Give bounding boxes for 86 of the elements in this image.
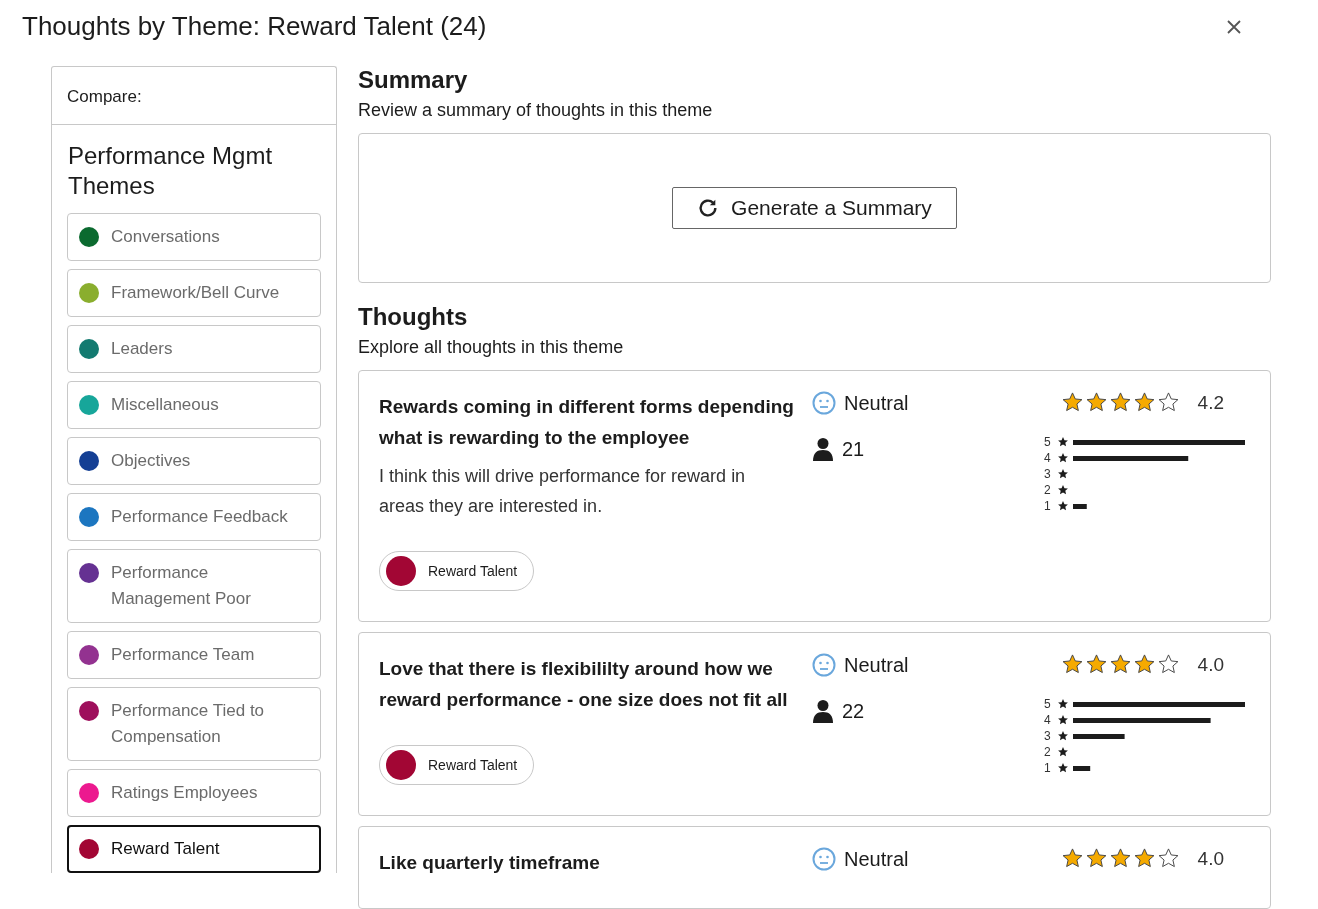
theme-label: Conversations (111, 226, 220, 248)
voter-count: 22 (842, 699, 865, 723)
theme-label: Framework/Bell Curve (111, 282, 280, 304)
tag-label: Reward Talent (428, 563, 518, 579)
thoughts-subtitle: Explore all thoughts in this theme (358, 337, 625, 358)
theme-item[interactable]: Performance Management Poor (67, 549, 321, 623)
neutral-face-icon (812, 653, 836, 677)
theme-item[interactable]: Miscellaneous (67, 381, 321, 429)
star-icon (1057, 746, 1069, 758)
rating-level-number: 3 (1044, 467, 1052, 481)
theme-item[interactable]: Performance Feedback (67, 493, 321, 541)
rating-level-number: 5 (1044, 435, 1052, 449)
thought-body: I think this will drive performance for reward in areas they are interested in. (379, 465, 747, 518)
rating-level-number: 4 (1044, 451, 1052, 465)
theme-item[interactable]: Conversations (67, 213, 321, 261)
summary-title: Summary (358, 66, 469, 94)
theme-item[interactable]: Reward Talent (67, 825, 321, 873)
star-icon (1057, 484, 1069, 496)
theme-label: Reward Talent (111, 838, 220, 860)
sentiment-label: Neutral (844, 391, 909, 415)
rating-level-number: 1 (1044, 761, 1052, 775)
filled-star-icon (1084, 847, 1108, 870)
theme-item[interactable]: Ratings Employees (67, 769, 321, 817)
neutral-face-icon (812, 847, 836, 871)
sentiment-label: Neutral (844, 653, 909, 677)
empty-star-icon (1156, 653, 1180, 676)
generate-summary-button[interactable]: Generate a Summary (672, 187, 957, 229)
star-icon (1057, 730, 1069, 742)
theme-item[interactable]: Performance Team (67, 631, 321, 679)
rating-level-number: 4 (1044, 713, 1052, 727)
theme-label: Leaders (111, 338, 173, 360)
rating-level-number: 3 (1044, 729, 1052, 743)
thought-title: Love that there is flexibililty around how we reward performance - one size does not fit all (379, 657, 789, 712)
star-icon (1057, 468, 1069, 480)
person-icon (812, 699, 834, 723)
filled-star-icon (1060, 391, 1084, 414)
filled-star-icon (1108, 847, 1132, 870)
theme-label: Performance Feedback (111, 506, 288, 528)
sentiment-label: Neutral (844, 847, 909, 871)
filled-star-icon (1084, 653, 1108, 676)
theme-item[interactable]: Performance Tied to Compensation (67, 687, 321, 761)
thought-title: Like quarterly timeframe (379, 851, 601, 875)
theme-label: Ratings Employees (111, 782, 258, 804)
average-rating: 4.0 (1197, 653, 1224, 676)
empty-star-icon (1156, 847, 1180, 870)
filled-star-icon (1084, 391, 1108, 414)
rating-level-number: 5 (1044, 697, 1052, 711)
theme-item[interactable]: Framework/Bell Curve (67, 269, 321, 317)
star-icon (1057, 714, 1069, 726)
close-icon (1226, 18, 1242, 35)
filled-star-icon (1108, 653, 1132, 676)
filled-star-icon (1132, 653, 1156, 676)
star-icon (1057, 436, 1069, 448)
compare-label: Compare: (52, 67, 336, 125)
window-title: Thoughts by Theme: Reward Talent (24) (22, 11, 487, 42)
thought-title: Rewards coming in different forms depending what is rewarding to the employee (379, 395, 794, 450)
star-icon (1057, 500, 1069, 512)
theme-label: Performance Team (111, 644, 255, 666)
sidebar-heading: Performance Mgmt Themes (67, 141, 274, 201)
voter-count: 21 (842, 437, 865, 461)
thoughts-title: Thoughts (358, 303, 469, 331)
theme-label: Miscellaneous (111, 394, 219, 416)
rating-level-number: 2 (1044, 483, 1052, 497)
theme-label: Performance Management Poor (111, 562, 252, 610)
tag-label: Reward Talent (428, 757, 518, 773)
empty-star-icon (1156, 391, 1180, 414)
filled-star-icon (1060, 653, 1084, 676)
summary-subtitle: Review a summary of thoughts in this theme (358, 100, 714, 121)
person-icon (812, 437, 834, 461)
close-button[interactable] (1226, 18, 1242, 35)
average-rating: 4.0 (1197, 847, 1224, 870)
neutral-face-icon (812, 391, 836, 415)
theme-label: Performance Tied to Compensation (111, 700, 266, 748)
theme-item[interactable]: Objectives (67, 437, 321, 485)
filled-star-icon (1132, 847, 1156, 870)
star-icon (1057, 452, 1069, 464)
star-icon (1057, 698, 1069, 710)
rating-level-number: 1 (1044, 499, 1052, 513)
average-rating: 4.2 (1197, 391, 1224, 414)
filled-star-icon (1132, 391, 1156, 414)
rating-level-number: 2 (1044, 745, 1052, 759)
star-icon (1057, 762, 1069, 774)
filled-star-icon (1108, 391, 1132, 414)
theme-label: Objectives (111, 450, 191, 472)
filled-star-icon (1060, 847, 1084, 870)
theme-item[interactable]: Leaders (67, 325, 321, 373)
